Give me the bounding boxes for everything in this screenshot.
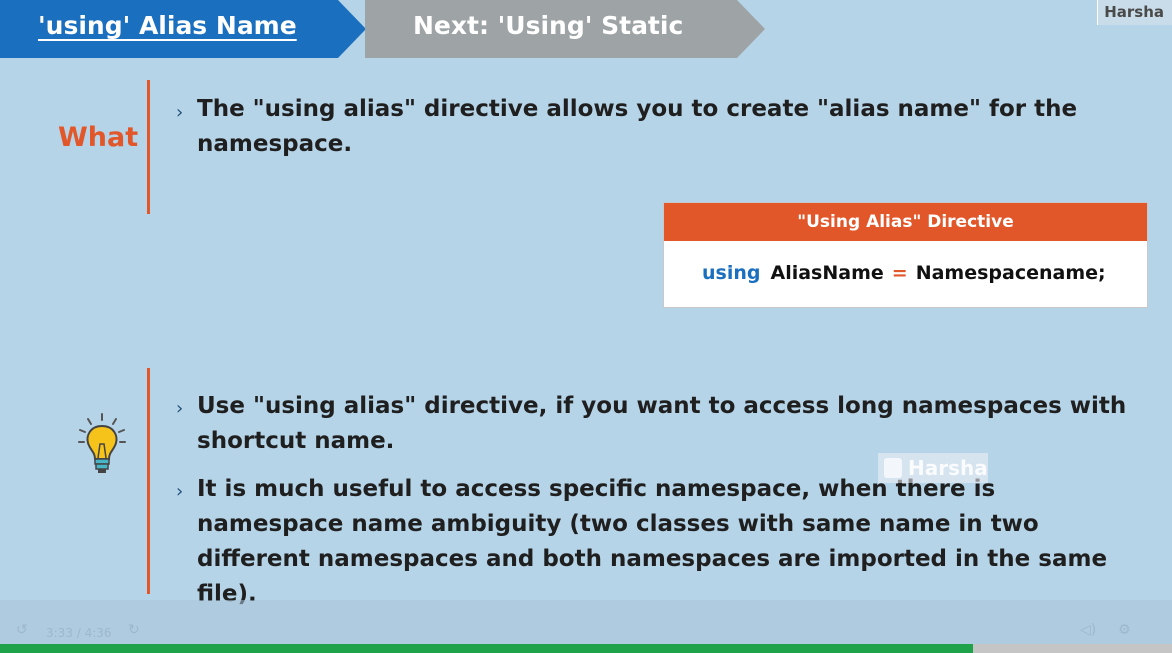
player-controls (0, 600, 1172, 644)
directive-box: "Using Alias" Directive using AliasName = N… (663, 202, 1148, 308)
watermark: Harsha (878, 453, 988, 483)
section-divider-2 (147, 368, 150, 594)
player-time: 3:33 / 4:36 (46, 626, 112, 640)
chevron-right-icon: › (176, 481, 184, 502)
tip-item: Use "using alias" directive, if you want… (197, 393, 1127, 454)
progress-fill (0, 644, 973, 653)
what-description: The "using alias" directive allows you t… (197, 96, 1078, 157)
tip-item: It is much useful to access specific nam… (197, 476, 1108, 607)
replay-icon[interactable]: ↺ (16, 622, 28, 638)
watermark-logo-icon (884, 458, 902, 478)
volume-icon[interactable]: ◁) (1080, 622, 1096, 638)
directive-code: using AliasName = Namespacename; (664, 241, 1147, 284)
tab-current-topic[interactable]: 'using' Alias Name (0, 0, 366, 58)
code-target: Namespacename; (915, 262, 1106, 284)
chevron-right-icon: › (176, 398, 184, 419)
code-alias: AliasName (770, 262, 884, 284)
settings-icon[interactable]: ⚙ (1118, 622, 1131, 638)
directive-title: "Using Alias" Directive (664, 203, 1147, 241)
chevron-right-icon: › (176, 102, 184, 123)
tab-next-label: Next: 'Using' Static (413, 11, 684, 40)
section-divider (147, 80, 150, 214)
lightbulb-icon (76, 412, 128, 480)
code-keyword: using (702, 262, 761, 284)
code-equals: = (891, 262, 908, 284)
forward-icon[interactable]: ↻ (128, 622, 140, 638)
what-heading: What (58, 122, 139, 153)
tab-current-label: 'using' Alias Name (38, 11, 297, 40)
brand-label: Harsha (1097, 0, 1172, 25)
tab-next-topic[interactable]: Next: 'Using' Static (365, 0, 765, 58)
watermark-text: Harsha (908, 456, 988, 480)
